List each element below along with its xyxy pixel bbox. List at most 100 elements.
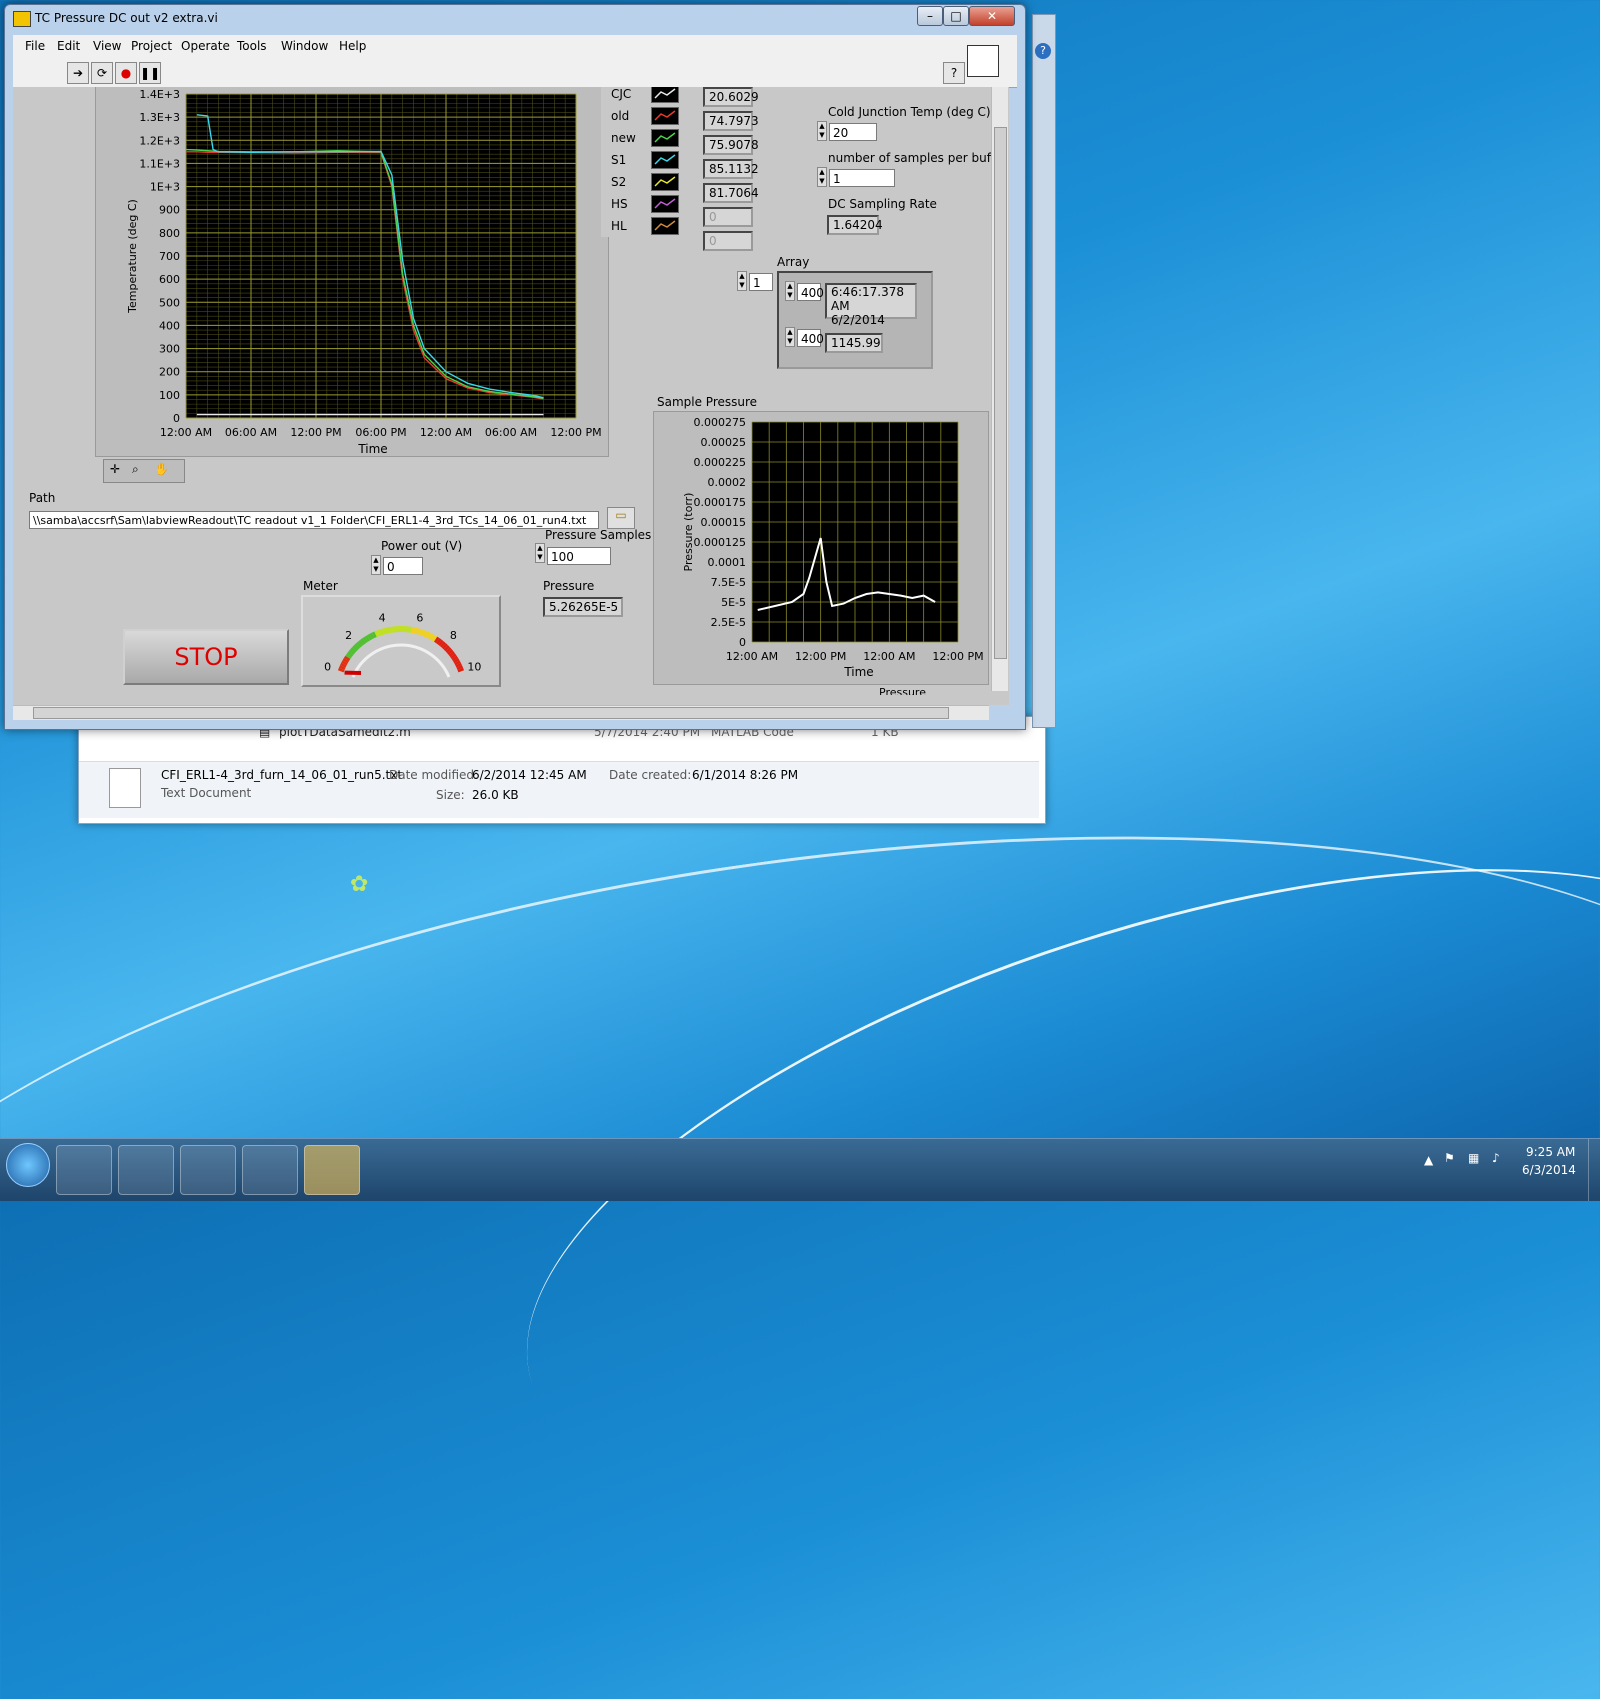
help-icon[interactable]: ? bbox=[1035, 43, 1051, 59]
pressure-samples-input[interactable]: 100 bbox=[547, 547, 611, 565]
text-document-icon bbox=[109, 768, 141, 808]
taskbar: ▲ ⚑ ▦ ♪ 9:25 AM 6/3/2014 bbox=[0, 1138, 1600, 1201]
title-bar[interactable]: TC Pressure DC out v2 extra.vi – □ ✕ bbox=[5, 5, 1025, 33]
meter-scale-segment bbox=[371, 635, 373, 636]
show-desktop-button[interactable] bbox=[1588, 1139, 1600, 1201]
cursor-tool-icon[interactable]: ✛ bbox=[110, 462, 120, 476]
y-tick-label: 1.2E+3 bbox=[139, 134, 180, 147]
legend-value-hs: 0 bbox=[703, 207, 753, 227]
legend-swatch bbox=[651, 129, 679, 147]
meter-scale-segment bbox=[426, 634, 428, 635]
run-continuously-icon[interactable]: ⟳ bbox=[91, 62, 113, 84]
array-row1-index[interactable]: 400 bbox=[797, 283, 821, 301]
zoom-tool-icon[interactable]: ⌕ bbox=[132, 462, 139, 477]
cold-junction-spinner[interactable]: ▲▼ bbox=[817, 121, 827, 141]
legend-swatch bbox=[651, 151, 679, 169]
legend-item-s1[interactable]: S1 bbox=[601, 149, 691, 171]
samples-per-buffer-input[interactable]: 1 bbox=[829, 169, 895, 187]
x-tick-label: 12:00 AM bbox=[726, 650, 778, 663]
clock-time[interactable]: 9:25 AM bbox=[1526, 1145, 1575, 1159]
meter-scale-segment bbox=[369, 637, 371, 638]
menu-tools[interactable]: Tools bbox=[237, 39, 267, 53]
power-out-input[interactable]: 0 bbox=[383, 557, 423, 575]
path-input[interactable]: \\samba\accsrf\Sam\labviewReadout\TC rea… bbox=[29, 511, 599, 529]
array-row2-index[interactable]: 400 bbox=[797, 329, 821, 347]
matlab-taskbar-icon[interactable] bbox=[304, 1145, 360, 1195]
legend-item-hl[interactable]: HL bbox=[601, 215, 691, 237]
clock-date[interactable]: 6/3/2014 bbox=[1522, 1163, 1576, 1177]
context-help-icon[interactable]: ? bbox=[943, 62, 965, 84]
x-tick-label: 12:00 PM bbox=[290, 426, 341, 439]
y-tick-label: 0 bbox=[739, 636, 746, 649]
labview-taskbar-icon[interactable] bbox=[242, 1145, 298, 1195]
run-arrow-icon[interactable]: ➔ bbox=[67, 62, 89, 84]
meter-scale-segment bbox=[351, 651, 353, 653]
browse-folder-icon[interactable]: ▭ bbox=[607, 507, 635, 529]
show-hidden-icons[interactable]: ▲ bbox=[1424, 1153, 1433, 1167]
menu-operate[interactable]: Operate bbox=[181, 39, 230, 53]
y-tick-label: 100 bbox=[159, 389, 180, 402]
legend-swatch bbox=[651, 87, 679, 103]
minimize-button[interactable]: – bbox=[917, 6, 943, 26]
legend-line bbox=[652, 152, 678, 168]
firefox-taskbar-icon[interactable] bbox=[118, 1145, 174, 1195]
array-label: Array bbox=[777, 255, 809, 269]
menu-file[interactable]: File bbox=[25, 39, 45, 53]
maximize-button[interactable]: □ bbox=[943, 6, 969, 26]
abort-icon[interactable]: ● bbox=[115, 62, 137, 84]
scroll-thumb[interactable] bbox=[994, 127, 1007, 659]
scroll-thumb[interactable] bbox=[33, 707, 949, 719]
menu-view[interactable]: View bbox=[93, 39, 121, 53]
explorer-taskbar-icon[interactable] bbox=[56, 1145, 112, 1195]
onenote-taskbar-icon[interactable] bbox=[180, 1145, 236, 1195]
menu-window[interactable]: Window bbox=[281, 39, 328, 53]
stop-button[interactable]: STOP bbox=[123, 629, 289, 685]
meter-label: Meter bbox=[303, 579, 338, 593]
meter-tick-label: 4 bbox=[379, 611, 386, 624]
array-row1-timestamp: 6:46:17.378 AM 6/2/2014 bbox=[825, 283, 917, 319]
array-index-spinner[interactable]: ▲▼ bbox=[737, 271, 747, 291]
array-row2-spinner[interactable]: ▲▼ bbox=[785, 327, 795, 347]
meter-scale-segment bbox=[380, 632, 382, 633]
menu-edit[interactable]: Edit bbox=[57, 39, 80, 53]
array-row1-spinner[interactable]: ▲▼ bbox=[785, 281, 795, 301]
details-pane: CFI_ERL1-4_3rd_furn_14_06_01_run5.txt Te… bbox=[79, 761, 1039, 818]
network-icon[interactable]: ▦ bbox=[1468, 1151, 1479, 1165]
array-index-input[interactable]: 1 bbox=[749, 273, 773, 291]
volume-icon[interactable]: ♪ bbox=[1492, 1151, 1500, 1165]
legend-item-cjc[interactable]: CJC bbox=[601, 87, 691, 105]
legend-item-new[interactable]: new bbox=[601, 127, 691, 149]
pressure-samples-label: Pressure Samples bbox=[545, 528, 651, 542]
cold-junction-input[interactable]: 20 bbox=[829, 123, 877, 141]
legend-item-s2[interactable]: S2 bbox=[601, 171, 691, 193]
meter-scale-segment bbox=[454, 657, 455, 659]
menu-help[interactable]: Help bbox=[339, 39, 366, 53]
legend-line bbox=[652, 196, 678, 212]
meter-scale-segment bbox=[383, 631, 386, 632]
legend-swatch bbox=[651, 217, 679, 235]
cold-junction-label: Cold Junction Temp (deg C) bbox=[828, 105, 991, 119]
legend-item-old[interactable]: old bbox=[601, 105, 691, 127]
y-axis-label: Temperature (deg C) bbox=[126, 199, 139, 314]
window-title: TC Pressure DC out v2 extra.vi bbox=[35, 11, 218, 25]
action-center-flag-icon[interactable]: ⚑ bbox=[1444, 1151, 1455, 1165]
pressure-samples-spinner[interactable]: ▲▼ bbox=[535, 543, 545, 563]
close-button[interactable]: ✕ bbox=[969, 6, 1015, 26]
start-button[interactable] bbox=[6, 1143, 50, 1187]
labview-front-panel-window: TC Pressure DC out v2 extra.vi – □ ✕ Fil… bbox=[4, 4, 1026, 730]
horizontal-scrollbar[interactable] bbox=[13, 705, 989, 720]
pause-icon[interactable]: ❚❚ bbox=[139, 62, 161, 84]
meter-scale-segment bbox=[417, 631, 420, 632]
pan-tool-icon[interactable]: ✋ bbox=[154, 462, 169, 476]
y-tick-label: 0 bbox=[173, 412, 180, 425]
meter-scale-segment bbox=[385, 630, 388, 631]
timestamp-time: 6:46:17.378 AM bbox=[831, 285, 904, 313]
legend-item-hs[interactable]: HS bbox=[601, 193, 691, 215]
samples-per-buffer-spinner[interactable]: ▲▼ bbox=[817, 167, 827, 187]
legend-swatch bbox=[651, 107, 679, 125]
vi-icon bbox=[967, 45, 999, 77]
menu-project[interactable]: Project bbox=[131, 39, 172, 53]
x-tick-label: 12:00 AM bbox=[863, 650, 915, 663]
vertical-scrollbar[interactable] bbox=[991, 87, 1008, 691]
power-out-spinner[interactable]: ▲▼ bbox=[371, 555, 381, 575]
